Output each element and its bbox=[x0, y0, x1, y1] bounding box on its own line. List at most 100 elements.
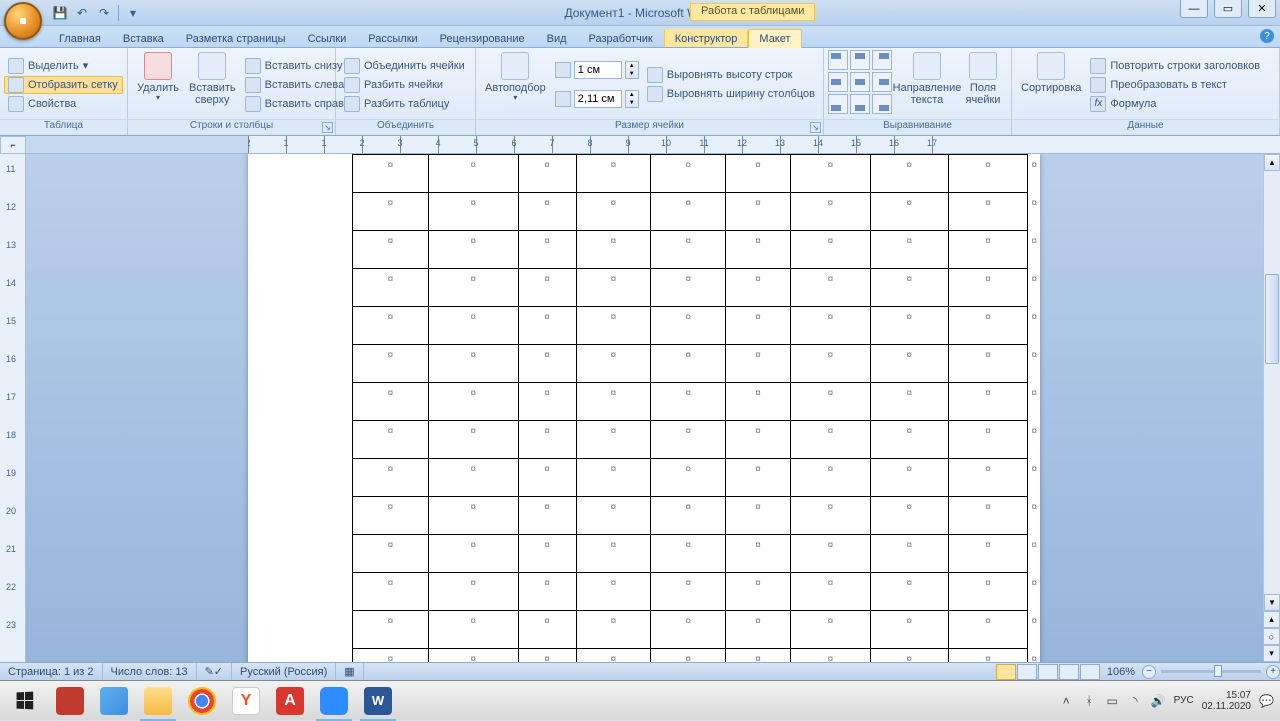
table-cell[interactable] bbox=[948, 269, 1028, 307]
table-cell[interactable] bbox=[518, 497, 576, 535]
taskbar-chrome[interactable] bbox=[180, 681, 224, 721]
table-cell[interactable] bbox=[948, 155, 1028, 193]
table-cell[interactable] bbox=[428, 307, 518, 345]
table-cell[interactable] bbox=[428, 649, 518, 663]
tab-developer[interactable]: Разработчик bbox=[578, 29, 664, 47]
taskbar-word[interactable]: W bbox=[356, 681, 400, 721]
table-cell[interactable] bbox=[428, 421, 518, 459]
table-cell[interactable] bbox=[518, 307, 576, 345]
formula-button[interactable]: fxФормула bbox=[1086, 95, 1264, 113]
status-language[interactable]: Русский (Россия) bbox=[232, 663, 336, 680]
table-cell[interactable] bbox=[576, 383, 651, 421]
table-cell[interactable] bbox=[726, 155, 791, 193]
table-cell[interactable] bbox=[353, 307, 429, 345]
status-macro[interactable]: ▦ bbox=[336, 663, 363, 680]
table-cell[interactable] bbox=[651, 649, 726, 663]
height-up[interactable]: ▲ bbox=[626, 62, 638, 70]
table-cell[interactable] bbox=[726, 421, 791, 459]
table-cell[interactable] bbox=[726, 611, 791, 649]
table-cell[interactable] bbox=[428, 611, 518, 649]
table-cell[interactable] bbox=[791, 497, 871, 535]
tray-wifi-icon[interactable]: ◝ bbox=[1128, 693, 1143, 708]
table-cell[interactable] bbox=[428, 231, 518, 269]
row-height-input[interactable] bbox=[574, 61, 622, 79]
table-cell[interactable] bbox=[651, 345, 726, 383]
table-cell[interactable] bbox=[791, 269, 871, 307]
table-cell[interactable] bbox=[726, 231, 791, 269]
table-cell[interactable] bbox=[948, 421, 1028, 459]
cellsize-launcher[interactable]: ↘ bbox=[810, 122, 821, 133]
browse-select-button[interactable]: ○ bbox=[1263, 628, 1280, 645]
table-cell[interactable] bbox=[948, 231, 1028, 269]
zoom-percent[interactable]: 106% bbox=[1107, 666, 1135, 678]
table-cell[interactable] bbox=[791, 383, 871, 421]
table-cell[interactable] bbox=[791, 155, 871, 193]
table-cell[interactable] bbox=[870, 345, 948, 383]
tab-home[interactable]: Главная bbox=[48, 29, 112, 47]
table-cell[interactable] bbox=[791, 649, 871, 663]
status-proofing[interactable]: ✎✓ bbox=[197, 663, 232, 680]
table-cell[interactable] bbox=[576, 573, 651, 611]
align-tl[interactable] bbox=[828, 50, 848, 70]
minimize-button[interactable]: — bbox=[1180, 0, 1208, 18]
table-cell[interactable] bbox=[651, 459, 726, 497]
table-cell[interactable] bbox=[353, 269, 429, 307]
align-tr[interactable] bbox=[872, 50, 892, 70]
taskbar-app-1[interactable] bbox=[48, 681, 92, 721]
table-cell[interactable] bbox=[518, 269, 576, 307]
table-cell[interactable] bbox=[518, 611, 576, 649]
table-cell[interactable] bbox=[726, 573, 791, 611]
table-cell[interactable] bbox=[353, 421, 429, 459]
table-cell[interactable] bbox=[576, 611, 651, 649]
horizontal-ruler[interactable]: 211234567891011121314151617 bbox=[248, 136, 1280, 153]
table-cell[interactable] bbox=[870, 459, 948, 497]
outline-view[interactable] bbox=[1059, 664, 1079, 680]
print-layout-view[interactable] bbox=[996, 664, 1016, 680]
web-layout-view[interactable] bbox=[1038, 664, 1058, 680]
table-cell[interactable] bbox=[948, 611, 1028, 649]
table-cell[interactable] bbox=[948, 345, 1028, 383]
tray-chevron-icon[interactable]: ˄ bbox=[1059, 693, 1074, 708]
col-width-spinner[interactable]: ▲▼ bbox=[555, 90, 639, 108]
table-cell[interactable] bbox=[948, 497, 1028, 535]
taskbar-app-2[interactable] bbox=[92, 681, 136, 721]
table-cell[interactable] bbox=[726, 307, 791, 345]
table-cell[interactable] bbox=[576, 269, 651, 307]
zoom-out-button[interactable]: − bbox=[1142, 665, 1156, 679]
table-cell[interactable] bbox=[870, 497, 948, 535]
table-cell[interactable] bbox=[870, 193, 948, 231]
table-cell[interactable] bbox=[518, 383, 576, 421]
table-cell[interactable] bbox=[870, 307, 948, 345]
zoom-thumb[interactable] bbox=[1214, 665, 1222, 677]
col-width-input[interactable] bbox=[574, 90, 622, 108]
table-cell[interactable] bbox=[726, 535, 791, 573]
delete-button[interactable]: Удалить▾ bbox=[132, 50, 184, 119]
align-br[interactable] bbox=[872, 94, 892, 114]
word-table[interactable] bbox=[352, 154, 1040, 662]
table-cell[interactable] bbox=[791, 573, 871, 611]
vertical-scrollbar[interactable]: ▲ ▼ ▴ ○ ▾ bbox=[1263, 154, 1280, 662]
table-cell[interactable] bbox=[651, 421, 726, 459]
table-cell[interactable] bbox=[870, 269, 948, 307]
document-scroll-area[interactable]: ▲ ▼ ▴ ○ ▾ bbox=[26, 154, 1280, 662]
show-gridlines-button[interactable]: Отобразить сетку bbox=[4, 76, 123, 94]
tab-design[interactable]: Конструктор bbox=[664, 29, 749, 47]
height-down[interactable]: ▼ bbox=[626, 70, 638, 78]
table-cell[interactable] bbox=[353, 231, 429, 269]
table-cell[interactable] bbox=[948, 193, 1028, 231]
qat-dropdown-icon[interactable]: ▾ bbox=[125, 5, 141, 21]
status-word-count[interactable]: Число слов: 13 bbox=[103, 663, 197, 680]
table-cell[interactable] bbox=[576, 193, 651, 231]
repeat-header-button[interactable]: Повторить строки заголовков bbox=[1086, 57, 1264, 75]
table-cell[interactable] bbox=[428, 193, 518, 231]
merge-cells-button[interactable]: Объединить ячейки bbox=[340, 57, 469, 75]
table-cell[interactable] bbox=[353, 459, 429, 497]
table-cell[interactable] bbox=[353, 535, 429, 573]
office-button[interactable] bbox=[4, 2, 42, 40]
table-cell[interactable] bbox=[518, 573, 576, 611]
next-page-button[interactable]: ▾ bbox=[1263, 645, 1280, 662]
table-cell[interactable] bbox=[948, 573, 1028, 611]
table-cell[interactable] bbox=[518, 649, 576, 663]
align-ml[interactable] bbox=[828, 72, 848, 92]
help-button[interactable]: ? bbox=[1260, 29, 1274, 43]
